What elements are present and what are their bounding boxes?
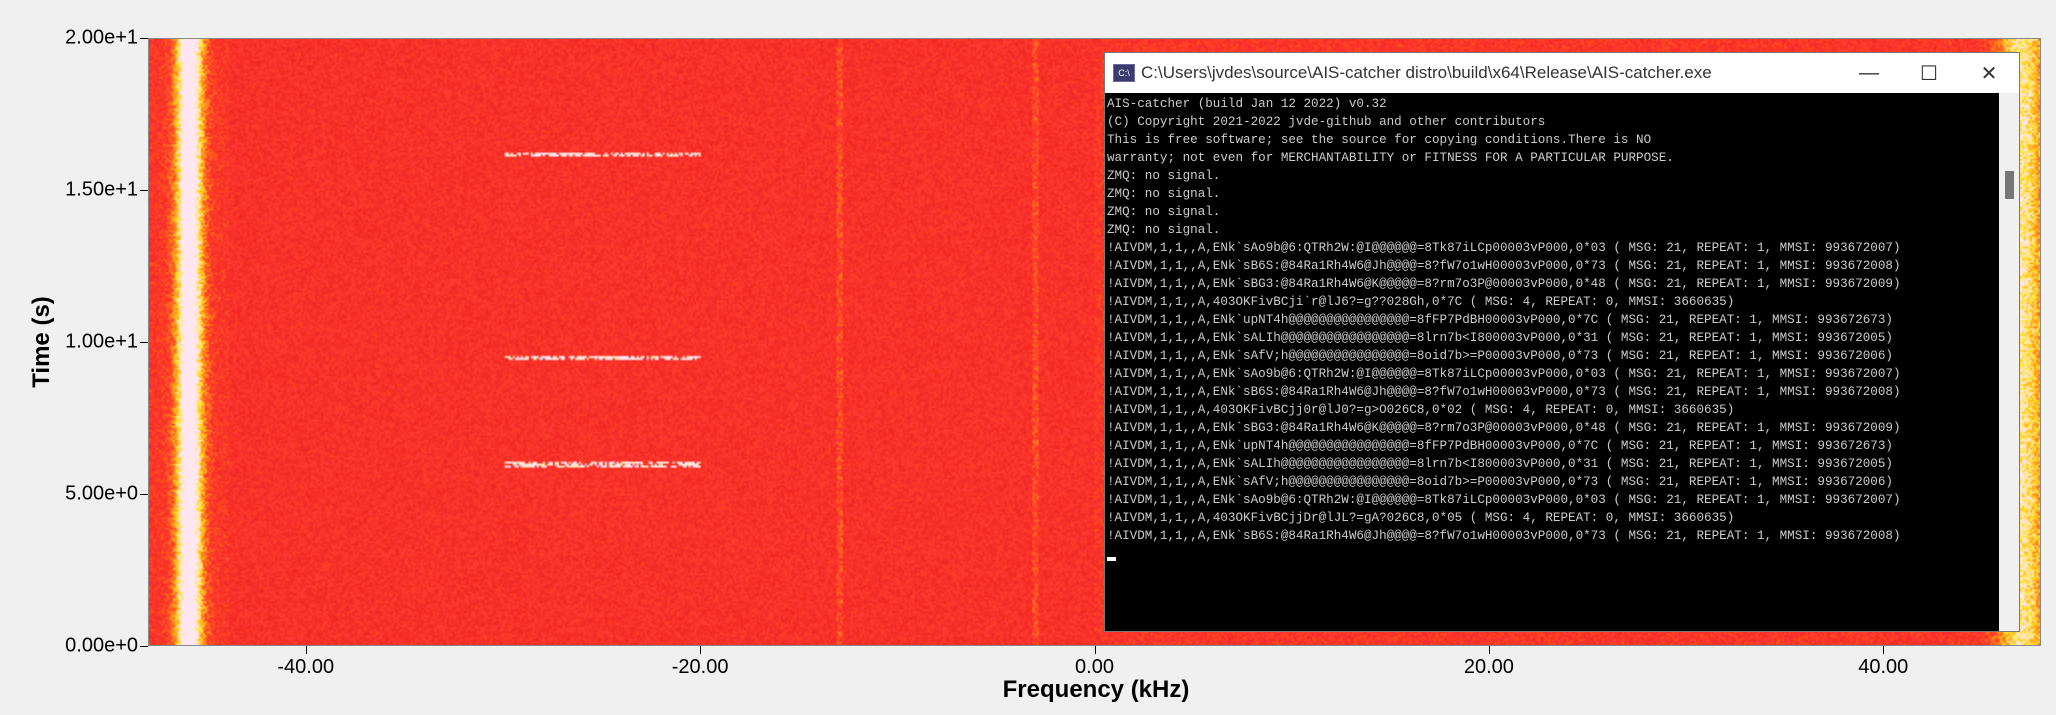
x-tick-mark [1883, 646, 1885, 654]
y-tick-mark [140, 646, 148, 647]
y-tick-mark [140, 190, 148, 191]
console-line: ZMQ: no signal. [1107, 187, 1221, 201]
y-tick-label: 1.00e+1 [65, 330, 138, 353]
console-scrollbar[interactable] [1999, 93, 2019, 631]
console-window-title: C:\Users\jvdes\source\AIS-catcher distro… [1141, 63, 1712, 82]
console-window[interactable]: C:\ C:\Users\jvdes\source\AIS-catcher di… [1104, 52, 2020, 632]
minimize-button[interactable]: — [1839, 53, 1899, 93]
maximize-icon: ☐ [1920, 62, 1938, 85]
y-tick-label: 0.00e+0 [65, 634, 138, 657]
close-button[interactable]: ✕ [1959, 53, 2019, 93]
console-line: !AIVDM,1,1,,A,ENk`sAfV;h@@@@@@@@@@@@@@@@… [1107, 349, 1893, 363]
y-tick-label: 5.00e+0 [65, 482, 138, 505]
console-line: !AIVDM,1,1,,A,ENk`sBG3:@84Ra1Rh4W6@K@@@@… [1107, 277, 1901, 291]
maximize-button[interactable]: ☐ [1899, 53, 1959, 93]
console-line: !AIVDM,1,1,,A,ENk`sB6S:@84Ra1Rh4W6@Jh@@@… [1107, 529, 1901, 543]
console-output[interactable]: AIS-catcher (build Jan 12 2022) v0.32 (C)… [1105, 93, 1999, 631]
console-line: ZMQ: no signal. [1107, 169, 1221, 183]
console-line: !AIVDM,1,1,,A,ENk`sB6S:@84Ra1Rh4W6@Jh@@@… [1107, 385, 1901, 399]
console-line: !AIVDM,1,1,,A,ENk`sBG3:@84Ra1Rh4W6@K@@@@… [1107, 421, 1901, 435]
console-line: !AIVDM,1,1,,A,ENk`upNT4h@@@@@@@@@@@@@@@@… [1107, 439, 1893, 453]
console-line: (C) Copyright 2021-2022 jvde-github and … [1107, 115, 1546, 129]
console-line: !AIVDM,1,1,,A,ENk`sALIh@@@@@@@@@@@@@@@@@… [1107, 457, 1893, 471]
minimize-icon: — [1859, 61, 1879, 84]
scrollbar-thumb[interactable] [2005, 171, 2014, 199]
x-tick-mark [1488, 646, 1490, 654]
x-axis-label: Frequency (kHz) [1002, 676, 1190, 703]
close-icon: ✕ [1980, 62, 1998, 85]
console-line: !AIVDM,1,1,,A,403OKFivBCjj0r@lJ0?=g>O026… [1107, 403, 1735, 417]
console-line: This is free software; see the source fo… [1107, 133, 1652, 147]
console-line: !AIVDM,1,1,,A,403OKFivBCji`r@lJ6?=g??028… [1107, 295, 1735, 309]
x-tick-label: -40.00 [277, 656, 335, 678]
y-tick-label: 1.50e+1 [65, 178, 138, 201]
console-cursor [1107, 557, 1116, 561]
console-line: ZMQ: no signal. [1107, 205, 1221, 219]
x-tick-mark [1094, 646, 1096, 654]
console-title-bar[interactable]: C:\ C:\Users\jvdes\source\AIS-catcher di… [1105, 53, 2019, 93]
y-tick-mark [140, 38, 148, 39]
console-line: !AIVDM,1,1,,A,ENk`sAo9b@6:QTRh2W:@I@@@@@… [1107, 493, 1901, 507]
x-tick-mark [700, 646, 702, 654]
console-line: !AIVDM,1,1,,A,ENk`sAo9b@6:QTRh2W:@I@@@@@… [1107, 367, 1901, 381]
y-tick-mark [140, 494, 148, 495]
x-tick-label: -20.00 [671, 656, 729, 678]
console-line: !AIVDM,1,1,,A,403OKFivBCjjDr@lJL?=gA?026… [1107, 511, 1735, 525]
console-line: !AIVDM,1,1,,A,ENk`sAo9b@6:QTRh2W:@I@@@@@… [1107, 241, 1901, 255]
console-line: AIS-catcher (build Jan 12 2022) v0.32 [1107, 97, 1387, 111]
console-line: !AIVDM,1,1,,A,ENk`upNT4h@@@@@@@@@@@@@@@@… [1107, 313, 1893, 327]
x-tick-mark [305, 646, 307, 654]
console-line: !AIVDM,1,1,,A,ENk`sB6S:@84Ra1Rh4W6@Jh@@@… [1107, 259, 1901, 273]
x-tick-label: 20.00 [1463, 656, 1514, 678]
console-line: ZMQ: no signal. [1107, 223, 1221, 237]
console-line: !AIVDM,1,1,,A,ENk`sALIh@@@@@@@@@@@@@@@@@… [1107, 331, 1893, 345]
console-line: !AIVDM,1,1,,A,ENk`sAfV;h@@@@@@@@@@@@@@@@… [1107, 475, 1893, 489]
y-tick-label: 2.00e+1 [65, 26, 138, 49]
y-tick-mark [140, 342, 148, 343]
console-app-icon: C:\ [1113, 64, 1135, 82]
x-tick-label: 40.00 [1858, 656, 1909, 678]
console-line: warranty; not even for MERCHANTABILITY o… [1107, 151, 1674, 165]
y-axis-label: Time (s) [28, 296, 55, 388]
